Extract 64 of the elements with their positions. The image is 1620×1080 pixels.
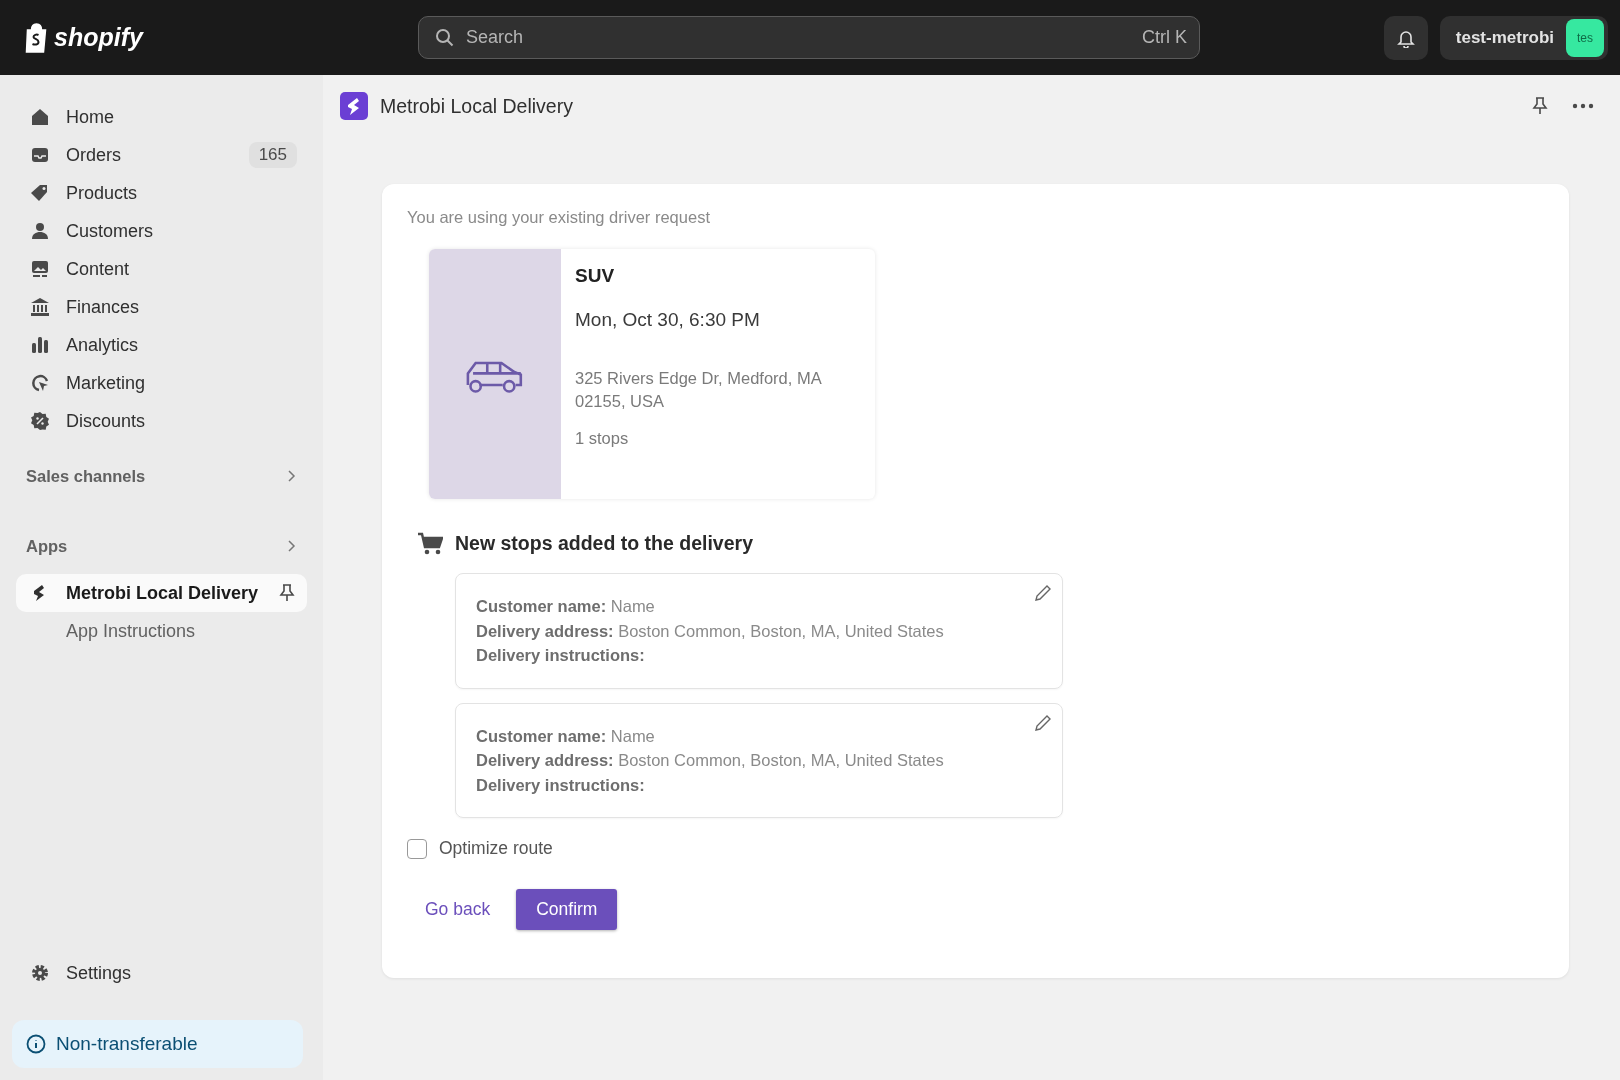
bank-icon — [30, 297, 50, 317]
stop-detail: Delivery address: Boston Common, Boston, MA, United States — [476, 750, 945, 771]
chevron-right-icon — [285, 539, 297, 553]
sidebar-item[interactable]: Metrobi Local Delivery — [16, 574, 307, 612]
delivery-time: Mon, Oct 30, 6:30 PM — [575, 309, 760, 331]
notifications-button[interactable] — [1383, 15, 1428, 60]
page-title: Metrobi Local Delivery — [380, 94, 573, 118]
pencil-icon — [1034, 713, 1052, 732]
sidebar-item[interactable]: Marketing — [16, 364, 307, 402]
section-heading: New stops added to the delivery — [455, 531, 753, 555]
cart-icon — [417, 531, 443, 555]
vehicle-type: SUV — [575, 265, 615, 287]
inbox-icon — [30, 145, 50, 165]
sidebar-item[interactable]: Customers — [16, 212, 307, 250]
pin-icon[interactable] — [277, 583, 297, 603]
settings-item[interactable]: Settings — [16, 954, 307, 992]
stop-count: 1 stops — [575, 429, 629, 448]
stop-detail: Delivery instructions: — [476, 774, 646, 796]
sidebar-item[interactable]: Home — [16, 98, 307, 136]
tag-icon — [30, 183, 50, 203]
pickup-address: 325 Rivers Edge Dr, Medford, MA 02155, USA — [575, 368, 823, 412]
edit-button[interactable] — [1034, 713, 1052, 732]
back-link[interactable]: Go back — [425, 891, 491, 928]
sidebar-item[interactable]: Content — [16, 250, 307, 288]
stop-detail: Delivery address: Boston Common, Boston, MA, United States — [476, 620, 945, 642]
more-icon — [1572, 103, 1594, 109]
count-badge: 165 — [248, 142, 297, 168]
discount-badge-icon — [30, 411, 50, 431]
chevron-right-icon — [285, 469, 297, 483]
sidebar-subitem[interactable]: App Instructions — [16, 612, 307, 650]
section-header[interactable]: Sales channels — [16, 458, 307, 494]
sidebar-item[interactable]: Products — [16, 174, 307, 212]
pin-icon — [1530, 96, 1550, 116]
sidebar-item[interactable]: Finances — [16, 288, 307, 326]
bar-chart-icon — [30, 335, 50, 355]
gear-icon — [30, 963, 50, 983]
sidebar-item[interactable]: Discounts — [16, 402, 307, 440]
store-menu-button[interactable]: test-metrobi tes — [1439, 15, 1608, 60]
sidebar-item[interactable]: Analytics — [16, 326, 307, 364]
optimize-checkbox[interactable]: Optimize route — [407, 838, 553, 859]
edit-button[interactable] — [1034, 584, 1052, 602]
section-header[interactable]: Apps — [16, 528, 307, 564]
keyboard-shortcut: Ctrl K — [1142, 27, 1187, 48]
intro-text: You are using your existing driver request — [407, 208, 710, 227]
shopify-logo: shopify — [54, 23, 143, 52]
stop-detail: Customer name: Name — [476, 725, 656, 747]
app-logo-icon — [340, 92, 368, 120]
confirm-button[interactable]: Confirm — [516, 889, 618, 930]
search-bar[interactable]: Search Ctrl K — [418, 16, 1200, 59]
info-icon — [26, 1034, 46, 1054]
store-avatar: tes — [1566, 18, 1604, 57]
sidebar-item[interactable]: Orders 165 — [16, 136, 307, 174]
home-icon — [30, 107, 50, 127]
checkbox[interactable] — [407, 838, 427, 859]
more-button[interactable] — [1570, 101, 1596, 111]
pencil-icon — [1034, 584, 1052, 602]
person-icon — [30, 221, 50, 241]
search-input[interactable]: Search — [464, 26, 1132, 49]
stop-detail: Delivery instructions: — [476, 645, 646, 666]
target-cursor-icon — [30, 373, 50, 393]
notice-text: Non-transferable — [56, 1033, 198, 1055]
image-icon — [30, 259, 50, 279]
stop-detail: Customer name: Name — [476, 596, 656, 617]
search-icon — [435, 28, 454, 47]
